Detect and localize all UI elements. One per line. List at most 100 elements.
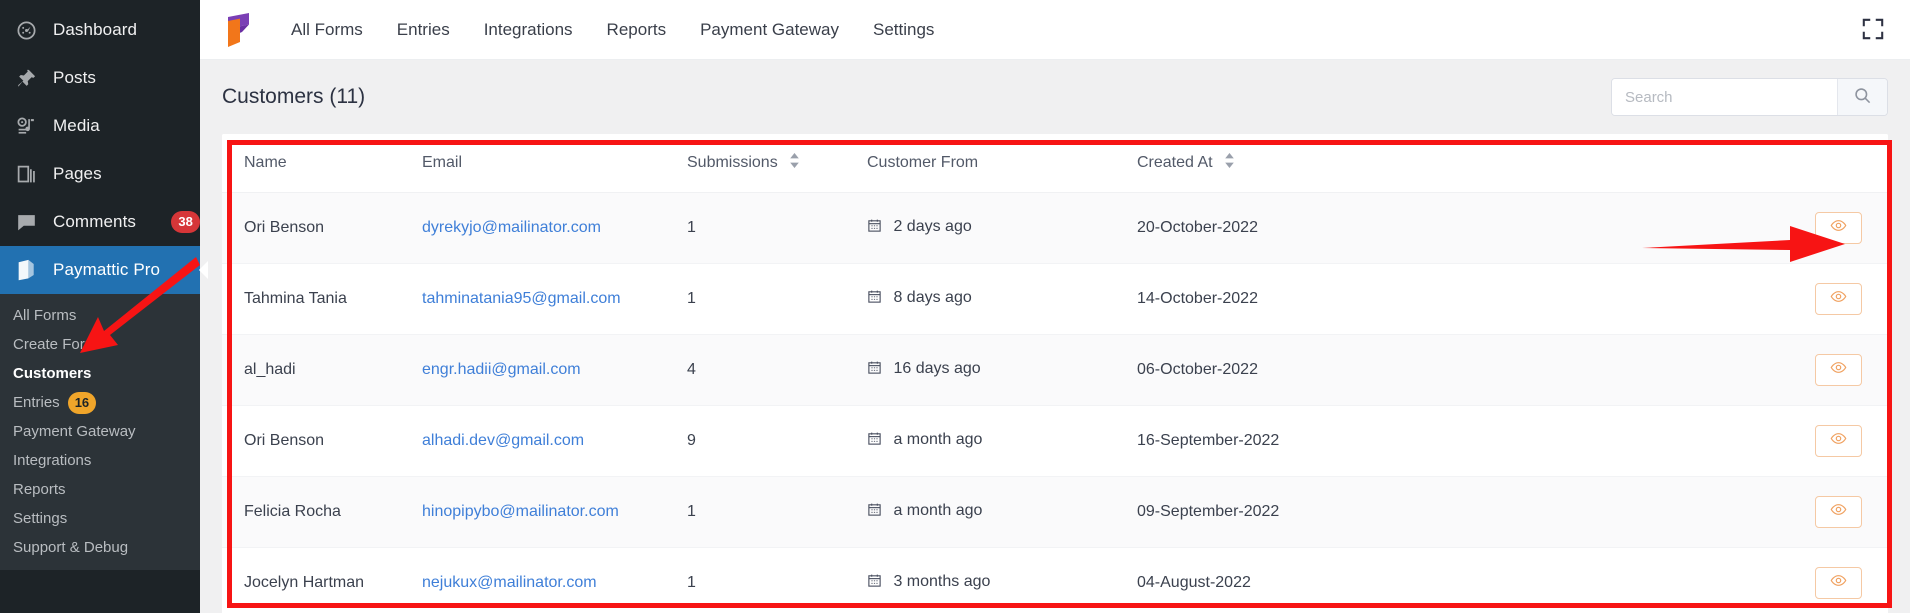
cell-email: alhadi.dev@gmail.com: [422, 405, 687, 477]
sort-icon[interactable]: [1224, 153, 1235, 172]
email-link[interactable]: alhadi.dev@gmail.com: [422, 432, 584, 449]
view-customer-button[interactable]: [1815, 212, 1862, 244]
view-customer-button[interactable]: [1815, 425, 1862, 457]
column-label: Customer From: [867, 154, 979, 171]
table-row[interactable]: Tahmina Tania tahminatania95@gmail.com 1…: [222, 263, 1888, 335]
view-customer-button[interactable]: [1815, 567, 1862, 599]
cell-customer-from: a month ago: [867, 476, 1137, 548]
sidebar-item-label: Pages: [53, 164, 102, 183]
submenu-item-entries[interactable]: Entries 16: [0, 388, 200, 417]
plugin-main-area: All Forms Entries Integrations Reports P…: [200, 0, 1910, 613]
cell-customer-from: 8 days ago: [867, 263, 1137, 335]
search-input[interactable]: [1612, 79, 1837, 115]
cell-actions: [1427, 405, 1888, 477]
customer-from-text: 16 days ago: [893, 360, 981, 377]
cell-created-at: 14-October-2022: [1137, 263, 1427, 335]
email-link[interactable]: tahminatania95@gmail.com: [422, 290, 621, 307]
submenu-item-all-forms[interactable]: All Forms: [0, 301, 200, 330]
column-header-created-at[interactable]: Created At: [1137, 134, 1427, 193]
search-icon: [1853, 86, 1872, 108]
paymattic-icon: [13, 257, 39, 283]
submenu-item-create-form[interactable]: Create Form: [0, 330, 200, 359]
cell-actions: [1427, 263, 1888, 335]
sidebar-item-label: Posts: [53, 68, 97, 87]
topnav-all-forms[interactable]: All Forms: [274, 14, 380, 46]
sidebar-item-dashboard[interactable]: Dashboard: [0, 6, 200, 54]
sidebar-item-paymattic-pro[interactable]: Paymattic Pro: [0, 246, 200, 294]
table-row[interactable]: Felicia Rocha hinopipybo@mailinator.com …: [222, 476, 1888, 548]
cell-email: tahminatania95@gmail.com: [422, 263, 687, 335]
submenu-item-label: Payment Gateway: [13, 423, 136, 440]
wp-admin-sidebar: Dashboard Posts Media Pages Comments 38 …: [0, 0, 200, 613]
cell-email: engr.hadii@gmail.com: [422, 334, 687, 406]
eye-icon: [1830, 501, 1847, 523]
column-label: Created At: [1137, 154, 1213, 171]
column-label: Email: [422, 154, 463, 171]
column-label: Submissions: [687, 154, 778, 171]
sidebar-item-posts[interactable]: Posts: [0, 54, 200, 102]
sidebar-item-media[interactable]: Media: [0, 102, 200, 150]
calendar-icon: [867, 574, 886, 592]
topnav-entries[interactable]: Entries: [380, 14, 467, 46]
column-header-customer-from: Customer From: [867, 134, 1137, 193]
table-body: Ori Benson dyrekyjo@mailinator.com 1 2 d…: [222, 192, 1888, 613]
topnav-payment-gateway[interactable]: Payment Gateway: [683, 14, 856, 46]
submenu-item-reports[interactable]: Reports: [0, 475, 200, 504]
email-link[interactable]: dyrekyjo@mailinator.com: [422, 219, 601, 236]
cell-created-at: 20-October-2022: [1137, 192, 1427, 264]
eye-icon: [1830, 359, 1847, 381]
customer-from-text: a month ago: [893, 502, 983, 519]
view-customer-button[interactable]: [1815, 496, 1862, 528]
table-header-row: Name Email Submissions Customer From Cre…: [222, 134, 1888, 193]
sort-icon[interactable]: [789, 153, 800, 172]
submenu-item-label: Support & Debug: [13, 539, 129, 556]
column-header-email: Email: [422, 134, 687, 193]
cell-submissions: 1: [687, 476, 867, 548]
search-box: [1611, 78, 1888, 116]
submenu-item-settings[interactable]: Settings: [0, 504, 200, 533]
view-customer-button[interactable]: [1815, 354, 1862, 386]
topnav-reports[interactable]: Reports: [590, 14, 684, 46]
topnav-integrations[interactable]: Integrations: [467, 14, 590, 46]
fullscreen-icon[interactable]: [1860, 16, 1888, 44]
customers-table-card: Name Email Submissions Customer From Cre…: [222, 134, 1888, 613]
eye-icon: [1830, 217, 1847, 239]
comments-count-badge: 38: [171, 211, 200, 233]
column-header-name: Name: [222, 134, 422, 193]
column-header-actions: [1427, 134, 1888, 193]
submenu-item-label: Settings: [13, 510, 68, 527]
cell-actions: [1427, 334, 1888, 406]
cell-email: dyrekyjo@mailinator.com: [422, 192, 687, 264]
email-link[interactable]: nejukux@mailinator.com: [422, 574, 597, 591]
submenu-item-customers[interactable]: Customers: [0, 359, 200, 388]
cell-name: Jocelyn Hartman: [222, 547, 422, 613]
email-link[interactable]: hinopipybo@mailinator.com: [422, 503, 619, 520]
sidebar-item-comments[interactable]: Comments 38: [0, 198, 200, 246]
pages-icon: [13, 161, 39, 187]
table-row[interactable]: Ori Benson dyrekyjo@mailinator.com 1 2 d…: [222, 192, 1888, 264]
submenu-item-label: Customers: [13, 365, 92, 382]
submenu-item-support-debug[interactable]: Support & Debug: [0, 533, 200, 562]
calendar-icon: [867, 219, 886, 237]
search-button[interactable]: [1837, 79, 1887, 115]
content-header: Customers (11): [222, 60, 1888, 134]
view-customer-button[interactable]: [1815, 283, 1862, 315]
submenu-item-label: All Forms: [13, 307, 77, 324]
topnav-settings[interactable]: Settings: [856, 14, 951, 46]
table-row[interactable]: Jocelyn Hartman nejukux@mailinator.com 1…: [222, 547, 1888, 613]
cell-submissions: 4: [687, 334, 867, 406]
column-label: Name: [244, 154, 287, 171]
table-row[interactable]: Ori Benson alhadi.dev@gmail.com 9 a mont…: [222, 405, 1888, 477]
eye-icon: [1830, 572, 1847, 594]
comment-icon: [13, 209, 39, 235]
email-link[interactable]: engr.hadii@gmail.com: [422, 361, 581, 378]
column-header-submissions[interactable]: Submissions: [687, 134, 867, 193]
submenu-item-payment-gateway[interactable]: Payment Gateway: [0, 417, 200, 446]
submenu-item-label: Create Form: [13, 336, 98, 353]
table-row[interactable]: al_hadi engr.hadii@gmail.com 4 16 days a…: [222, 334, 1888, 406]
sidebar-item-pages[interactable]: Pages: [0, 150, 200, 198]
cell-submissions: 9: [687, 405, 867, 477]
cell-email: hinopipybo@mailinator.com: [422, 476, 687, 548]
cell-submissions: 1: [687, 263, 867, 335]
submenu-item-integrations[interactable]: Integrations: [0, 446, 200, 475]
